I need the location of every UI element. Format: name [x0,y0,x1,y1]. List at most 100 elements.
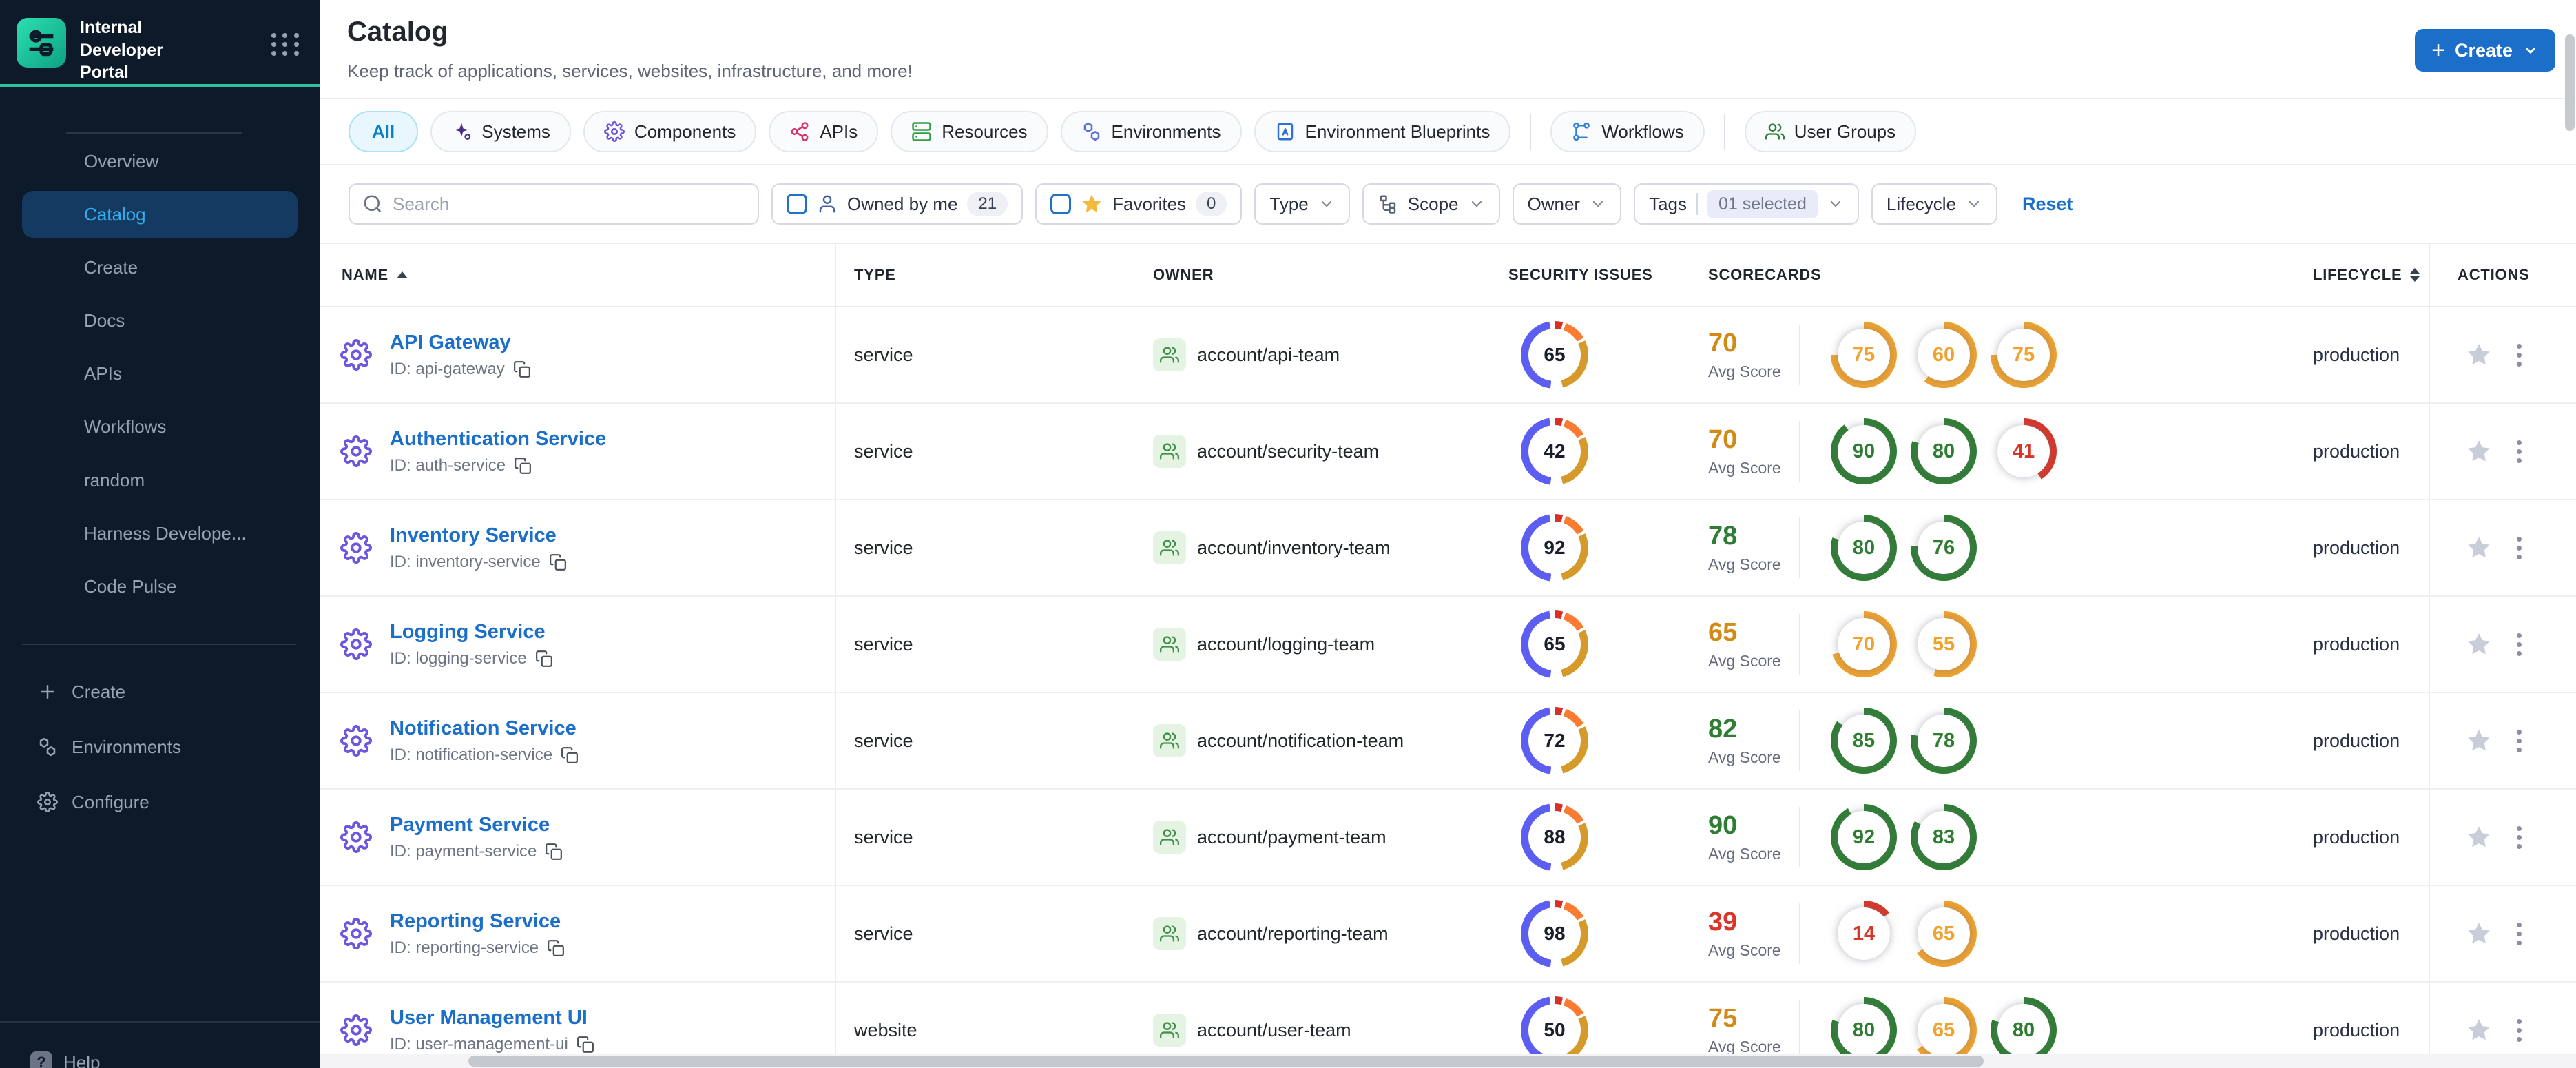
copy-icon[interactable] [535,650,553,668]
scorecard-ring[interactable]: 75 [1831,322,1897,388]
scorecard-ring[interactable]: 80 [1831,515,1897,581]
entity-name-link[interactable]: Inventory Service [390,524,567,547]
app-grid-icon[interactable] [270,29,300,59]
entity-name-link[interactable]: Notification Service [390,717,579,740]
sidebar-item-harness-develope[interactable]: Harness Develope... [22,510,298,557]
owner-name[interactable]: account/reporting-team [1197,923,1389,945]
filter-owned-by-me[interactable]: Owned by me 21 [771,183,1024,225]
kebab-menu-icon[interactable] [2511,724,2527,758]
scorecard-ring[interactable]: 41 [1991,418,2057,484]
security-issues-donut[interactable]: 72 [1521,707,1588,774]
scorecard-ring[interactable]: 70 [1831,611,1897,677]
scorecard-ring[interactable]: 65 [1911,901,1977,967]
owner-name[interactable]: account/notification-team [1197,730,1404,752]
filter-dropdown-lifecycle[interactable]: Lifecycle [1871,183,1998,225]
sidebar-item-create[interactable]: Create [22,244,298,291]
favorite-star-icon[interactable] [2466,728,2492,754]
app-logo-icon[interactable] [17,18,66,68]
filter-dropdown-owner[interactable]: Owner [1512,183,1622,225]
search-input[interactable] [393,193,745,215]
kebab-menu-icon[interactable] [2511,917,2527,951]
favorite-star-icon[interactable] [2466,535,2492,561]
reset-filters-link[interactable]: Reset [2022,194,2073,215]
favorite-star-icon[interactable] [2466,921,2492,947]
security-issues-donut[interactable]: 65 [1521,610,1588,678]
owner-name[interactable]: account/api-team [1197,345,1340,366]
entity-name-link[interactable]: Authentication Service [390,428,606,451]
security-issues-donut[interactable]: 88 [1521,803,1588,871]
filter-dropdown-scope[interactable]: Scope [1362,183,1500,225]
scorecard-ring[interactable]: 76 [1911,515,1977,581]
sidebar-item-workflows[interactable]: Workflows [22,404,298,451]
favorite-star-icon[interactable] [2466,1017,2492,1043]
horizontal-scrollbar-thumb[interactable] [468,1056,1984,1067]
owner-name[interactable]: account/logging-team [1197,634,1375,655]
column-header-name[interactable]: NAME [320,244,836,306]
checkbox[interactable] [787,194,807,214]
copy-icon[interactable] [513,360,531,378]
horizontal-scrollbar[interactable] [320,1054,2576,1068]
copy-icon[interactable] [549,553,567,571]
scorecard-ring[interactable]: 78 [1911,708,1977,774]
column-header-type[interactable]: TYPE [836,244,1139,306]
search-box[interactable] [349,183,759,225]
sidebar-item-docs[interactable]: Docs [22,298,298,345]
copy-icon[interactable] [561,746,579,764]
sidebar-item-help[interactable]: ? Help [30,1051,100,1068]
entity-name-link[interactable]: User Management UI [390,1007,594,1029]
kebab-menu-icon[interactable] [2511,338,2527,372]
tab-components[interactable]: Components [583,111,757,152]
kebab-menu-icon[interactable] [2511,435,2527,469]
security-issues-donut[interactable]: 92 [1521,514,1588,582]
filter-dropdown-tags[interactable]: Tags 01 selected [1634,183,1859,225]
create-button[interactable]: + Create [2415,29,2555,72]
copy-icon[interactable] [577,1036,594,1054]
scorecard-ring[interactable]: 80 [1911,418,1977,484]
sidebar-item-overview[interactable]: Overview [22,138,298,185]
copy-icon[interactable] [547,939,565,957]
favorite-star-icon[interactable] [2466,631,2492,657]
scorecard-ring[interactable]: 14 [1831,901,1897,967]
scorecard-ring[interactable]: 85 [1831,708,1897,774]
security-issues-donut[interactable]: 98 [1521,900,1588,967]
sidebar-utility-configure[interactable]: Configure [0,779,320,825]
filter-favorites[interactable]: Favorites 0 [1035,183,1243,225]
entity-name-link[interactable]: Reporting Service [390,910,565,933]
filter-dropdown-type[interactable]: Type [1254,183,1350,225]
owner-name[interactable]: account/payment-team [1197,827,1386,848]
scorecard-ring[interactable]: 55 [1911,611,1977,677]
favorite-star-icon[interactable] [2466,438,2492,464]
column-header-security-issues[interactable]: SECURITY ISSUES [1495,244,1701,306]
copy-icon[interactable] [545,843,563,861]
favorite-star-icon[interactable] [2466,824,2492,850]
copy-icon[interactable] [514,457,532,475]
scorecard-ring[interactable]: 80 [1831,997,1897,1063]
owner-name[interactable]: account/user-team [1197,1020,1351,1041]
owner-name[interactable]: account/inventory-team [1197,537,1391,559]
tab-systems[interactable]: Systems [430,111,571,152]
kebab-menu-icon[interactable] [2511,628,2527,661]
vertical-scrollbar-thumb[interactable] [2565,34,2575,131]
tab-environments[interactable]: Environments [1060,111,1242,152]
security-issues-donut[interactable]: 65 [1521,321,1588,389]
owner-name[interactable]: account/security-team [1197,441,1379,462]
tab-environment-blueprints[interactable]: Environment Blueprints [1254,111,1511,152]
tab-resources[interactable]: Resources [891,111,1048,152]
scorecard-ring[interactable]: 83 [1911,804,1977,870]
kebab-menu-icon[interactable] [2511,531,2527,565]
entity-name-link[interactable]: Payment Service [390,814,563,836]
entity-name-link[interactable]: API Gateway [390,331,531,354]
kebab-menu-icon[interactable] [2511,821,2527,854]
tab-workflows[interactable]: Workflows [1550,111,1705,152]
sidebar-item-apis[interactable]: APIs [22,351,298,398]
scorecard-ring[interactable]: 80 [1991,997,2057,1063]
entity-name-link[interactable]: Logging Service [390,621,553,644]
security-issues-donut[interactable]: 42 [1521,418,1588,485]
column-header-scorecards[interactable]: SCORECARDS [1701,244,2307,306]
column-header-owner[interactable]: OWNER [1139,244,1495,306]
sidebar-utility-create[interactable]: Create [0,668,320,715]
scorecard-ring[interactable]: 75 [1991,322,2057,388]
scorecard-ring[interactable]: 65 [1911,997,1977,1063]
sidebar-item-catalog[interactable]: Catalog [22,191,298,238]
scorecard-ring[interactable]: 92 [1831,804,1897,870]
